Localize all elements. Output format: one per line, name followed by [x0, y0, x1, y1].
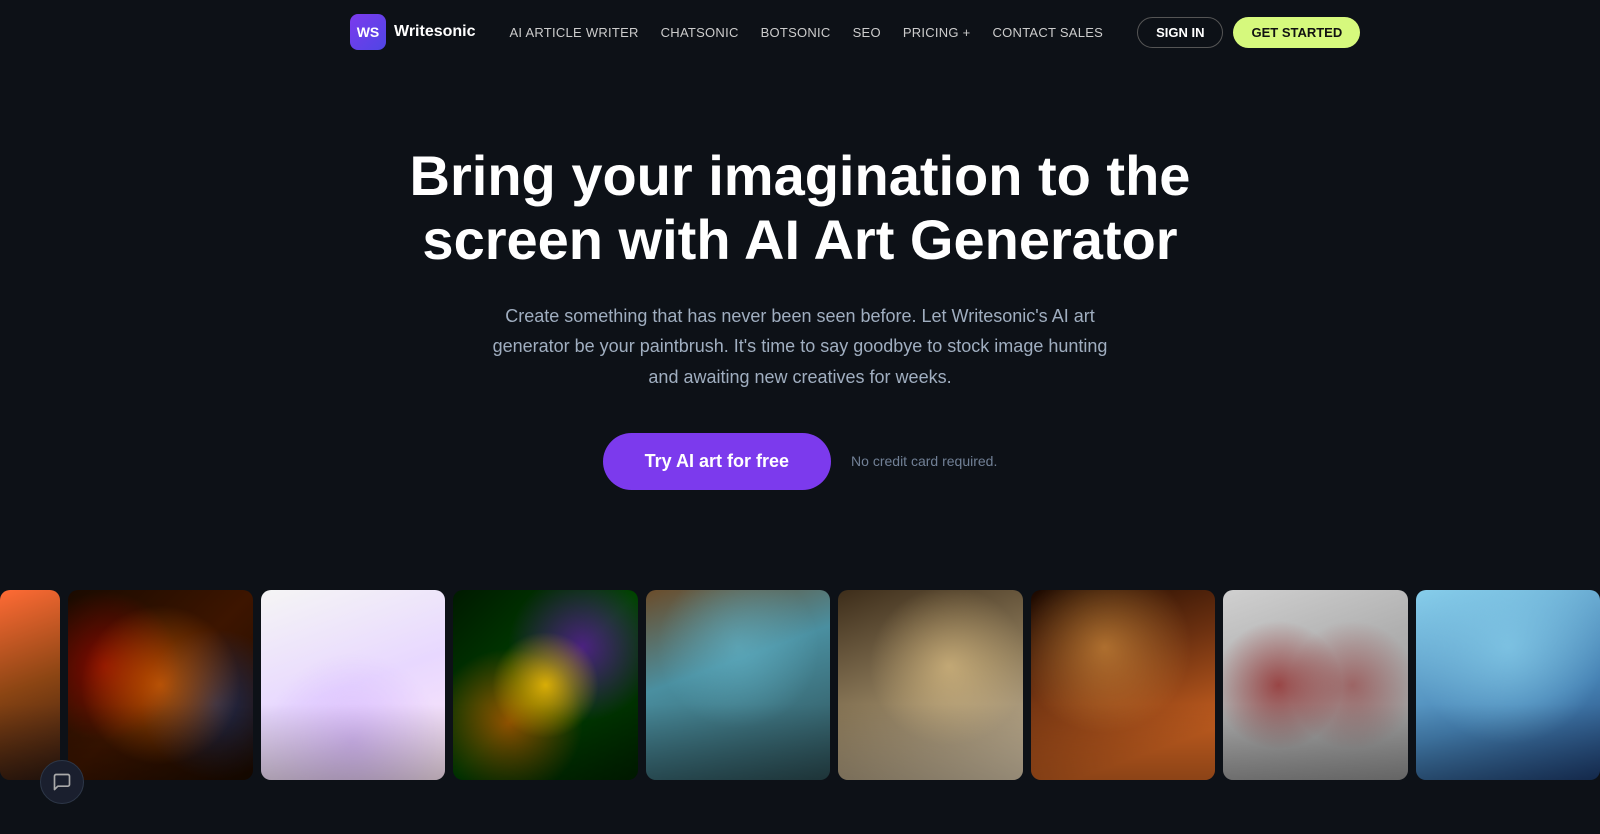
logo[interactable]: WS Writesonic — [350, 14, 476, 50]
gallery — [0, 590, 1600, 780]
try-free-button[interactable]: Try AI art for free — [603, 433, 831, 490]
gallery-item-partial — [0, 590, 60, 780]
gallery-item-woman — [453, 590, 638, 780]
gallery-item-living — [838, 590, 1023, 780]
nav-botsonic[interactable]: BOTSONIC — [751, 19, 841, 46]
navigation: WS Writesonic AI ARTICLE WRITER CHATSONI… — [0, 0, 1600, 64]
hero-subtext: Create something that has never been see… — [490, 301, 1110, 393]
signin-button[interactable]: SIGN IN — [1137, 17, 1223, 48]
nav-pricing[interactable]: PRICING + — [893, 19, 981, 46]
nav-ai-article-writer[interactable]: AI ARTICLE WRITER — [500, 19, 649, 46]
nav-actions: SIGN IN GET STARTED — [1137, 17, 1360, 48]
cta-row: Try AI art for free No credit card requi… — [40, 433, 1560, 490]
brand-name: Writesonic — [394, 23, 476, 41]
chat-icon[interactable] — [40, 760, 84, 804]
hero-heading: Bring your imagination to the screen wit… — [400, 144, 1200, 273]
gallery-item-bedroom — [1031, 590, 1216, 780]
gallery-item-sofa — [646, 590, 831, 780]
nav-seo[interactable]: SEO — [843, 19, 891, 46]
gallery-item-husky — [1416, 590, 1600, 780]
nav-links: AI ARTICLE WRITER CHATSONIC BOTSONIC SEO… — [500, 19, 1114, 46]
nav-chatsonic[interactable]: CHATSONIC — [651, 19, 749, 46]
get-started-button[interactable]: GET STARTED — [1233, 17, 1360, 48]
hero-section: Bring your imagination to the screen wit… — [0, 64, 1600, 550]
logo-icon: WS — [350, 14, 386, 50]
nav-contact-sales[interactable]: CONTACT SALES — [983, 19, 1114, 46]
gallery-item-rabbit — [68, 590, 253, 780]
no-credit-text: No credit card required. — [851, 453, 997, 469]
gallery-item-unicorn — [261, 590, 446, 780]
gallery-item-redtrees — [1223, 590, 1408, 780]
